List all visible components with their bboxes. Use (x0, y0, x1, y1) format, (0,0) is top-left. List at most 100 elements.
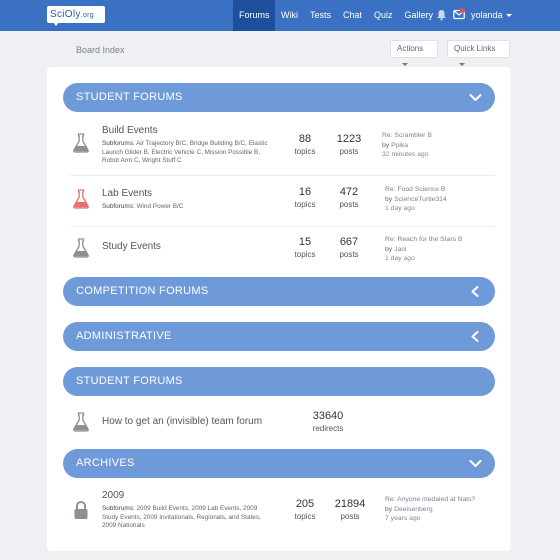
topics-count: 16 (298, 186, 312, 198)
forum-title[interactable]: How to get an (invisible) team forum (102, 416, 262, 427)
nav-tests[interactable]: Tests (304, 0, 337, 31)
nav-gallery[interactable]: Gallery (399, 0, 440, 31)
posts-count: 472 (339, 186, 359, 198)
forum-title[interactable]: 2009 (102, 490, 124, 501)
last-post: Re: Reach for the Stars B by Jaol 1 day … (385, 235, 497, 264)
posts-label: posts (340, 512, 360, 521)
chevron-left-icon[interactable] (469, 331, 482, 342)
topics-count: 205 (295, 498, 315, 510)
last-post-time: 1 day ago (385, 205, 415, 213)
last-post: Re: Food Science B by ScienceTurtle314 1… (385, 185, 497, 214)
forum-title[interactable]: Build Events (102, 125, 158, 136)
last-post-author[interactable]: ScienceTurtle314 (394, 196, 447, 203)
topics-stat: 88 topics (285, 133, 325, 156)
quick-links-label: Quick Links (454, 44, 496, 53)
subforums-list: Subforums: Air Trajectory B/C, Bridge Bu… (102, 140, 270, 166)
topics-count: 88 (298, 133, 312, 145)
breadcrumb-board-index[interactable]: Board Index (76, 45, 125, 55)
chevron-down-icon[interactable] (469, 92, 482, 103)
subforums-label: Subforums: (102, 140, 135, 147)
user-menu[interactable]: yolanda (471, 0, 512, 31)
topics-label: topics (294, 200, 316, 209)
top-navbar: SciOly.org Forums Wiki Tests Chat Quiz G… (0, 0, 560, 31)
category-header-student-forums[interactable]: STUDENT FORUMS (63, 83, 495, 112)
topics-count: 15 (298, 236, 312, 248)
flask-icon (73, 412, 89, 432)
last-post-title[interactable]: Re: Anyone medaled at Nats? (385, 495, 497, 505)
category-title: STUDENT FORUMS (76, 91, 183, 103)
topics-label: topics (294, 512, 316, 521)
caret-down-icon (459, 63, 465, 67)
nav-wiki[interactable]: Wiki (275, 0, 304, 31)
subforums-links[interactable]: Wind Power B/C (136, 203, 183, 210)
actions-button[interactable]: Actions (390, 40, 438, 67)
topics-label: topics (294, 147, 316, 156)
topics-label: topics (294, 250, 316, 259)
posts-stat: 472 posts (329, 186, 369, 209)
redirects-label: redirects (312, 424, 344, 433)
posts-stat: 1223 posts (329, 133, 369, 156)
row-divider (70, 175, 495, 176)
forum-row-2009[interactable]: 2009 Subforums: 2009 Build Events, 2009 … (63, 488, 495, 538)
category-header-competition-forums[interactable]: COMPETITION FORUMS (63, 277, 495, 306)
posts-label: posts (339, 147, 359, 156)
last-post-title[interactable]: Re: Reach for the Stars B (385, 235, 497, 245)
subforums-label: Subforums: (102, 505, 135, 512)
last-post-author[interactable]: Ppika (391, 142, 408, 149)
category-title: ARCHIVES (76, 457, 135, 469)
by-label: by (385, 195, 393, 203)
logo-text: SciOly (50, 9, 81, 20)
nav-quiz[interactable]: Quiz (368, 0, 399, 31)
forum-row-lab-events[interactable]: Lab Events Subforums: Wind Power B/C 16 … (63, 184, 495, 224)
posts-label: posts (339, 200, 359, 209)
chevron-down-icon[interactable] (469, 458, 482, 469)
posts-stat: 667 posts (329, 236, 369, 259)
by-label: by (382, 141, 390, 149)
site-logo[interactable]: SciOly.org (47, 6, 105, 23)
redirects-count: 33640 (312, 410, 344, 422)
category-header-administrative[interactable]: ADMINISTRATIVE (63, 322, 495, 351)
forum-row-study-events[interactable]: Study Events 15 topics 667 posts Re: Rea… (63, 234, 495, 268)
topics-stat: 205 topics (285, 498, 325, 521)
quick-links-button[interactable]: Quick Links (447, 40, 510, 67)
nav-chat[interactable]: Chat (337, 0, 368, 31)
flask-icon (73, 189, 89, 209)
bell-icon[interactable] (436, 9, 447, 21)
by-label: by (385, 505, 393, 513)
category-header-archives[interactable]: ARCHIVES (63, 449, 495, 478)
logo-suffix: .org (80, 12, 94, 19)
row-divider (70, 226, 495, 227)
flask-icon (73, 238, 89, 258)
forum-row-build-events[interactable]: Build Events Subforums: Air Trajectory B… (63, 123, 495, 173)
caret-down-icon (505, 14, 512, 18)
last-post: Re: Anyone medaled at Nats? by Deeisenbe… (385, 495, 497, 524)
last-post-title[interactable]: Re: Scrambler B (382, 131, 494, 141)
last-post-author[interactable]: Jaol (394, 246, 406, 253)
by-label: by (385, 245, 393, 253)
forum-title[interactable]: Study Events (102, 241, 161, 252)
notification-badge (460, 8, 465, 13)
topics-stat: 15 topics (285, 236, 325, 259)
caret-down-icon (402, 63, 408, 67)
flask-icon (73, 133, 89, 153)
last-post-time: 32 minutes ago (382, 151, 429, 159)
nav-forums[interactable]: Forums (233, 0, 275, 31)
last-post-time: 1 day ago (385, 255, 415, 263)
lock-icon (74, 500, 88, 519)
actions-label: Actions (397, 44, 424, 53)
last-post-title[interactable]: Re: Food Science B (385, 185, 497, 195)
last-post-time: 7 years ago (385, 515, 421, 523)
posts-count: 21894 (334, 498, 366, 510)
forum-title[interactable]: Lab Events (102, 188, 152, 199)
forum-row-invisible-team-forum[interactable]: How to get an (invisible) team forum 336… (63, 406, 495, 438)
last-post-author[interactable]: Deeisenberg (394, 506, 433, 513)
topics-stat: 16 topics (285, 186, 325, 209)
redirects-stat: 33640 redirects (306, 410, 350, 433)
username: yolanda (471, 10, 503, 20)
last-post: Re: Scrambler B by Ppika 32 minutes ago (382, 131, 494, 160)
category-header-student-forums[interactable]: STUDENT FORUMS (63, 367, 495, 396)
chevron-left-icon[interactable] (469, 286, 482, 297)
category-title: ADMINISTRATIVE (76, 330, 172, 342)
posts-label: posts (339, 250, 359, 259)
category-title: STUDENT FORUMS (76, 375, 183, 387)
